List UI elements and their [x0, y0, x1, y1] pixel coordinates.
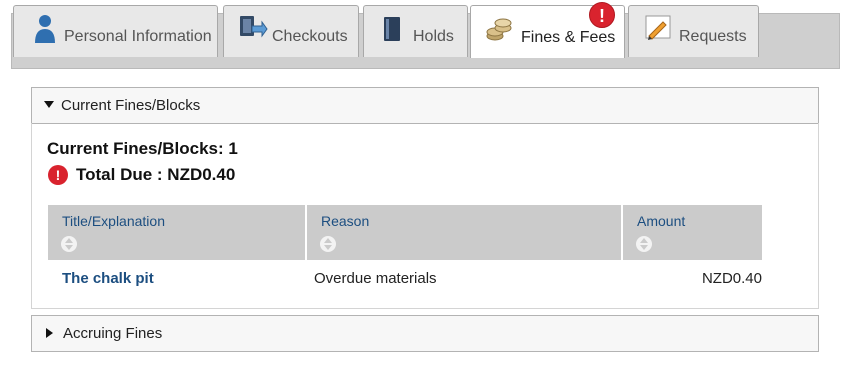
- tab-label: Requests: [679, 28, 747, 45]
- book-icon: [382, 16, 402, 47]
- column-header-label: Reason: [321, 213, 370, 229]
- caret-down-icon: [44, 101, 54, 108]
- coins-icon: [485, 16, 513, 47]
- tab-fines-fees[interactable]: ! Fines & Fees: [470, 2, 625, 58]
- tab-label: Checkouts: [272, 28, 348, 45]
- current-fines-toggle[interactable]: Current Fines/Blocks: [31, 87, 819, 124]
- section-title: Current Fines/Blocks: [61, 97, 201, 114]
- section-title: Accruing Fines: [63, 325, 163, 342]
- column-header-title[interactable]: Title/Explanation: [48, 205, 305, 260]
- sort-icon[interactable]: [61, 236, 77, 252]
- fine-reason: Overdue materials: [314, 270, 437, 287]
- fine-amount: NZD0.40: [701, 270, 762, 287]
- person-icon: [34, 14, 56, 49]
- tab-checkouts[interactable]: Checkouts: [223, 5, 359, 57]
- sort-icon[interactable]: [320, 236, 336, 252]
- sort-icon[interactable]: [636, 236, 652, 252]
- accruing-fines-toggle[interactable]: Accruing Fines: [31, 315, 819, 352]
- checkout-icon: [238, 14, 268, 47]
- tab-requests[interactable]: Requests: [628, 5, 759, 57]
- column-header-label: Amount: [637, 213, 686, 229]
- total-due-text: Total Due : NZD0.40: [76, 165, 236, 184]
- tab-label: Fines & Fees: [521, 29, 616, 46]
- fines-count-text: Current Fines/Blocks: 1: [47, 139, 238, 158]
- alert-icon: !: [589, 2, 615, 28]
- column-header-label: Title/Explanation: [62, 213, 165, 229]
- pencil-icon: [643, 14, 673, 47]
- column-header-amount[interactable]: Amount: [623, 205, 762, 260]
- tab-personal-information[interactable]: Personal Information: [13, 5, 218, 57]
- column-header-reason[interactable]: Reason: [307, 205, 621, 260]
- fine-title-link[interactable]: The chalk pit: [62, 270, 154, 287]
- tab-holds[interactable]: Holds: [363, 5, 468, 57]
- alert-icon: !: [48, 165, 68, 185]
- tab-label: Personal Information: [64, 28, 212, 45]
- caret-right-icon: [46, 328, 53, 338]
- tab-label: Holds: [413, 28, 454, 45]
